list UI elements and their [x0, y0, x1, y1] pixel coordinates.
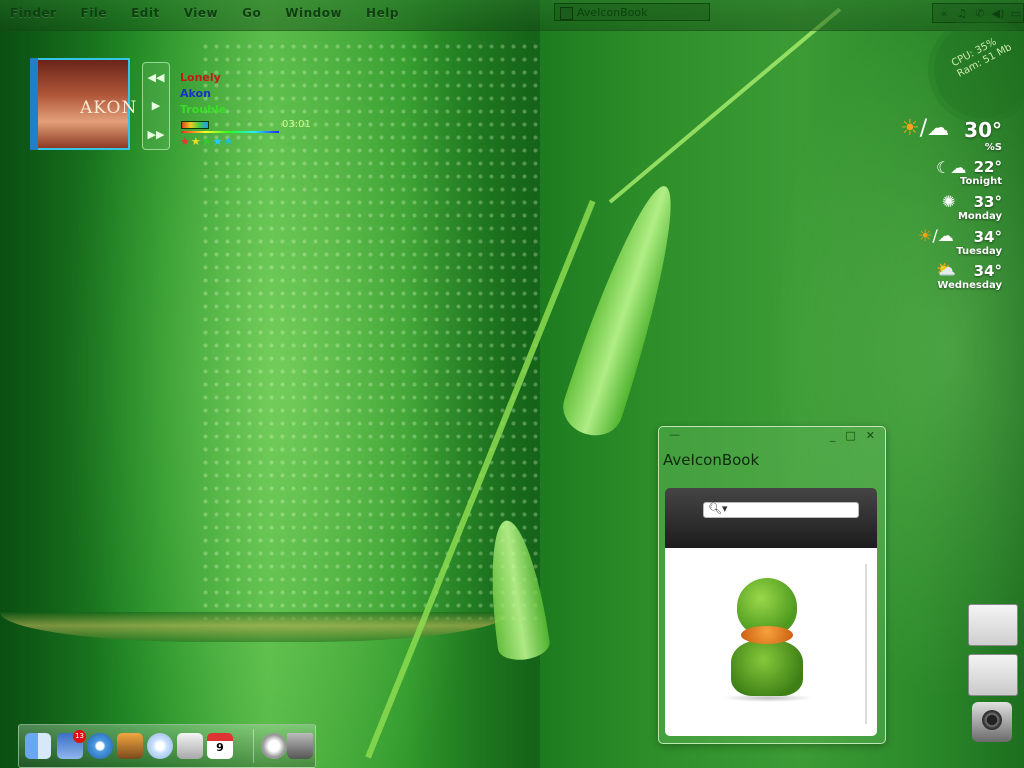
forecast-day: Tuesday	[956, 246, 1002, 257]
track-info: Lonely Akon Trouble	[180, 70, 226, 118]
menu-items: Finder File Edit View Go Window Help	[10, 6, 399, 20]
menu-window[interactable]: Window	[285, 6, 342, 20]
volume-icon[interactable]: ◀)	[991, 7, 1005, 20]
window-controls: _ □ ✕	[830, 429, 875, 442]
wallpaper-leaf	[556, 177, 694, 443]
desktop-finder-window-icon[interactable]	[968, 654, 1018, 696]
phone-icon[interactable]: ✆	[973, 7, 987, 20]
sun-cloud-icon: ☀/☁	[900, 116, 950, 141]
network-icon[interactable]: ▭	[1009, 7, 1023, 20]
weather-forecast-wednesday: 34° Wednesday	[937, 262, 1002, 291]
window-toolbar: 🔍︎▾	[665, 488, 877, 548]
dock-separator	[253, 729, 254, 763]
forecast-day: Monday	[957, 211, 1002, 222]
volume-bar[interactable]	[181, 121, 209, 129]
weather-forecast-monday: 33° Monday	[958, 193, 1002, 222]
track-artist: Akon	[180, 87, 211, 100]
trash-icon[interactable]	[287, 733, 313, 759]
chevron-left-icon[interactable]: «	[937, 7, 951, 20]
play-icon[interactable]: ▶	[152, 99, 160, 112]
weather-forecast-tonight: 22° Tonight	[960, 158, 1002, 187]
system-prefs-icon[interactable]	[177, 733, 203, 759]
wallpaper-twig	[608, 7, 842, 204]
forecast-temp: 22°	[973, 158, 1002, 176]
iphoto-icon[interactable]	[117, 733, 143, 759]
search-field[interactable]: 🔍︎▾	[703, 502, 859, 518]
mail-stamp-icon[interactable]	[261, 733, 287, 759]
star-icon[interactable]: ★	[213, 135, 224, 148]
player-controls: ◀◀ ▶ ▶▶	[142, 62, 170, 150]
star-icon[interactable]: ★	[180, 135, 191, 148]
album-art-text: AKON	[80, 98, 138, 118]
camera-icon[interactable]	[972, 702, 1012, 742]
duck-icon[interactable]	[731, 578, 803, 696]
window-close-button[interactable]: ✕	[866, 429, 875, 442]
mail-badge: 13	[73, 730, 86, 743]
weather-forecast-tuesday: 34° Tuesday	[956, 228, 1002, 257]
window-minimize-icon[interactable]: —	[669, 428, 680, 441]
track-rating[interactable]: ★★★★★	[180, 135, 234, 148]
icon-preview-area	[665, 548, 877, 736]
scrollbar[interactable]	[865, 564, 867, 724]
document-icon	[560, 7, 573, 20]
mail-icon[interactable]: 13	[57, 730, 86, 759]
sun-cloud-icon: ☀/☁	[918, 226, 954, 245]
track-progress[interactable]	[181, 131, 279, 133]
forecast-temp: 34°	[973, 228, 1002, 246]
active-window-title[interactable]: AveIconBook	[554, 3, 710, 21]
dock: 13 9	[18, 724, 316, 768]
menu-go[interactable]: Go	[242, 6, 261, 20]
window-title: AveIconBook	[663, 451, 760, 469]
menu-help[interactable]: Help	[366, 6, 399, 20]
itunes-icon[interactable]	[147, 733, 173, 759]
ical-icon[interactable]: 9	[207, 733, 233, 759]
menu-bar: Finder File Edit View Go Window Help Ave…	[0, 0, 1024, 31]
window-maximize-button[interactable]: □	[845, 429, 855, 442]
forecast-temp: 34°	[973, 262, 1002, 280]
music-icon[interactable]: ♫	[955, 7, 969, 20]
forecast-day: Wednesday	[937, 280, 1002, 291]
ical-day: 9	[216, 741, 224, 754]
star-icon[interactable]: ★	[224, 135, 235, 148]
menu-edit[interactable]: Edit	[131, 6, 160, 20]
finder-icon[interactable]	[25, 733, 51, 759]
album-spine	[30, 58, 38, 150]
duck-bill	[741, 626, 793, 644]
desktop-screenshot-icon[interactable]	[968, 604, 1018, 646]
forecast-temp: 33°	[973, 193, 1002, 211]
track-album: Trouble	[180, 103, 227, 116]
safari-icon[interactable]	[87, 733, 113, 759]
star-icon[interactable]: ★	[191, 135, 202, 148]
fast-forward-icon[interactable]: ▶▶	[148, 128, 165, 141]
window-minimize-button[interactable]: _	[830, 429, 836, 442]
forecast-day: Tonight	[960, 176, 1002, 187]
menu-view[interactable]: View	[184, 6, 218, 20]
active-window-title-text: AveIconBook	[577, 6, 648, 19]
duck-torso	[731, 640, 803, 696]
track-title: Lonely	[180, 71, 221, 84]
search-input[interactable]	[724, 504, 854, 516]
camera-lens	[982, 710, 1002, 730]
aveiconbook-window: — _ □ ✕ AveIconBook 🔍︎▾	[658, 426, 886, 744]
track-time: 03:01	[282, 119, 311, 130]
weather-current: 30° %S	[964, 118, 1002, 153]
rewind-icon[interactable]: ◀◀	[148, 71, 165, 84]
star-icon[interactable]: ★	[202, 135, 213, 148]
album-art[interactable]: AKON	[30, 58, 136, 150]
weather-current-temp: 30°	[964, 118, 1002, 142]
menu-finder[interactable]: Finder	[10, 6, 57, 20]
sun-icon: ✺	[942, 192, 956, 211]
weather-current-condition: %S	[984, 142, 1002, 153]
system-tray: « ♫ ✆ ◀) ▭	[932, 3, 1024, 23]
wallpaper-water-drops	[200, 40, 540, 620]
menu-file[interactable]: File	[81, 6, 108, 20]
